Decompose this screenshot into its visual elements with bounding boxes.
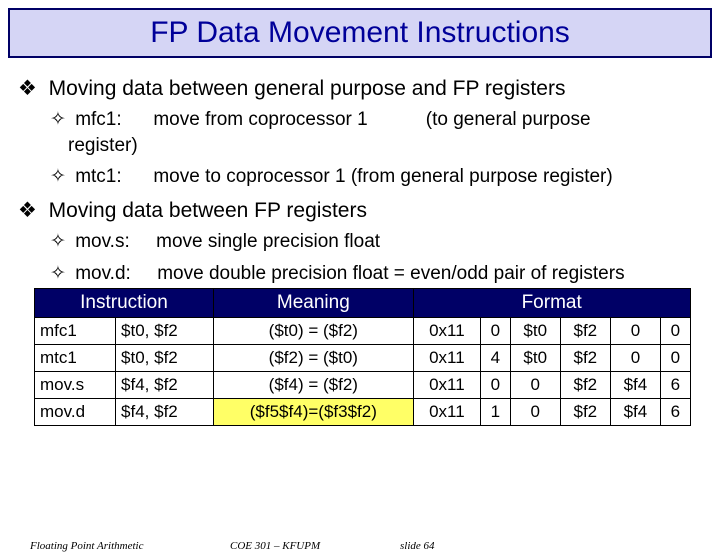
section1-text: Moving data between general purpose and … (49, 77, 566, 100)
cell: 0x11 (413, 399, 480, 426)
mfc1-name: mfc1: (75, 109, 121, 130)
mtc1-name: mtc1: (75, 166, 121, 187)
cross-icon: ✧ (50, 166, 66, 187)
table-row: mfc1 $t0, $f2 ($t0) = ($f2) 0x11 0 $t0 $… (35, 318, 691, 345)
cell: ($f2) = ($t0) (213, 345, 413, 372)
table-row: mtc1 $t0, $f2 ($f2) = ($t0) 0x11 4 $t0 $… (35, 345, 691, 372)
cell: $f4, $f2 (116, 399, 214, 426)
cell: $f2 (560, 372, 610, 399)
cell: mov.s (35, 372, 116, 399)
cell: $t0, $f2 (116, 318, 214, 345)
movs-name: mov.s: (75, 231, 130, 252)
movd-desc: move double precision float = even/odd p… (157, 263, 624, 284)
cell: $f2 (560, 399, 610, 426)
cell: 0x11 (413, 345, 480, 372)
diamond-icon: ❖ (18, 199, 37, 222)
cell: 4 (481, 345, 511, 372)
cell-highlighted: ($f5$f4)=($f3$f2) (213, 399, 413, 426)
cell: $t0 (510, 318, 560, 345)
th-instruction: Instruction (35, 289, 214, 318)
cross-icon: ✧ (50, 263, 66, 284)
cross-icon: ✧ (50, 109, 66, 130)
mfc1-note: (to general purpose (426, 109, 591, 130)
cell: $f4, $f2 (116, 372, 214, 399)
footer-mid: COE 301 – KFUPM (230, 540, 320, 552)
cell: $f2 (560, 345, 610, 372)
mfc1-tail: register) (68, 135, 138, 156)
cell: 0 (610, 318, 660, 345)
cell: $f2 (560, 318, 610, 345)
mfc1-desc: move from coprocessor 1 (153, 109, 367, 130)
cell: 0 (660, 345, 690, 372)
cell: mov.d (35, 399, 116, 426)
sub-bullet-mfc1: ✧ mfc1: move from coprocessor 1 (to gene… (50, 107, 702, 158)
cell: 0 (481, 372, 511, 399)
diamond-icon: ❖ (18, 77, 37, 100)
movs-desc: move single precision float (156, 231, 380, 252)
sub-bullet-movs: ✧ mov.s: move single precision float (50, 229, 702, 255)
cell: $f4 (610, 399, 660, 426)
cross-icon: ✧ (50, 231, 66, 252)
cell: mfc1 (35, 318, 116, 345)
cell: 0 (510, 399, 560, 426)
cell: 0 (481, 318, 511, 345)
cell: mtc1 (35, 345, 116, 372)
cell: 0 (660, 318, 690, 345)
cell: $f4 (610, 372, 660, 399)
section2-text: Moving data between FP registers (49, 199, 367, 222)
table-row: mov.d $f4, $f2 ($f5$f4)=($f3$f2) 0x11 1 … (35, 399, 691, 426)
footer-right: slide 64 (400, 540, 435, 552)
bullet-section-2: ❖ Moving data between FP registers (18, 198, 702, 223)
cell: 0x11 (413, 318, 480, 345)
title-bar: FP Data Movement Instructions (8, 8, 712, 58)
sub-bullet-mtc1: ✧ mtc1: move to coprocessor 1 (from gene… (50, 164, 702, 190)
movd-name: mov.d: (75, 263, 131, 284)
slide-content: ❖ Moving data between general purpose an… (0, 58, 720, 426)
cell: 1 (481, 399, 511, 426)
instruction-table: Instruction Meaning Format mfc1 $t0, $f2… (34, 288, 691, 426)
th-meaning: Meaning (213, 289, 413, 318)
cell: ($f4) = ($f2) (213, 372, 413, 399)
footer-left: Floating Point Arithmetic (30, 540, 143, 552)
cell: 0x11 (413, 372, 480, 399)
bullet-section-1: ❖ Moving data between general purpose an… (18, 76, 702, 101)
cell: 6 (660, 399, 690, 426)
table-header-row: Instruction Meaning Format (35, 289, 691, 318)
table-row: mov.s $f4, $f2 ($f4) = ($f2) 0x11 0 0 $f… (35, 372, 691, 399)
mtc1-desc: move to coprocessor 1 (from general purp… (153, 166, 612, 187)
cell: $t0, $f2 (116, 345, 214, 372)
cell: 0 (610, 345, 660, 372)
cell: 0 (510, 372, 560, 399)
slide-title: FP Data Movement Instructions (150, 16, 570, 49)
th-format: Format (413, 289, 690, 318)
sub-bullet-movd: ✧ mov.d: move double precision float = e… (50, 261, 702, 287)
cell: $t0 (510, 345, 560, 372)
cell: ($t0) = ($f2) (213, 318, 413, 345)
cell: 6 (660, 372, 690, 399)
title-inner: FP Data Movement Instructions (10, 10, 710, 56)
